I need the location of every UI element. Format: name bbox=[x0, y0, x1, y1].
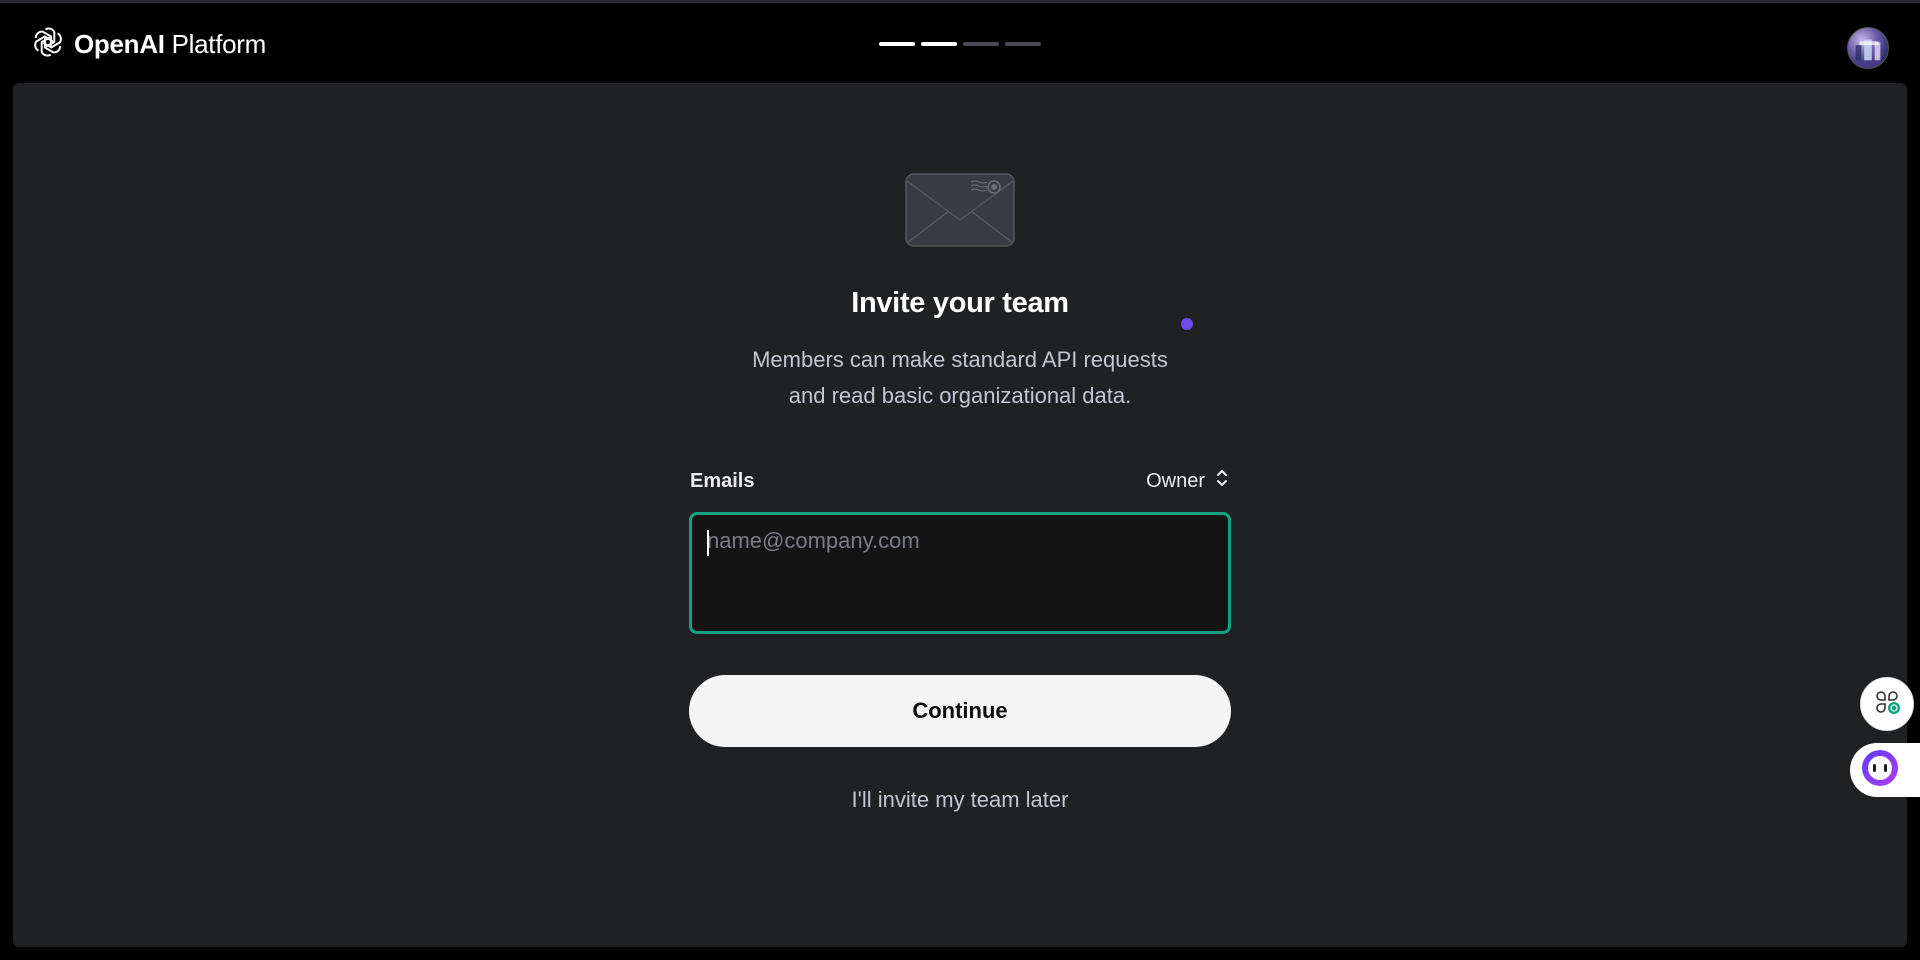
brand-name-light: Platform bbox=[171, 28, 267, 59]
progress-step-3 bbox=[963, 42, 999, 46]
assistant-button[interactable] bbox=[1850, 743, 1920, 797]
avatar[interactable] bbox=[1847, 27, 1889, 69]
chevron-up-down-icon bbox=[1213, 468, 1231, 494]
emails-input[interactable] bbox=[707, 528, 1213, 618]
onboarding-progress bbox=[879, 42, 1041, 46]
status-dot bbox=[1181, 318, 1193, 330]
page-title: Invite your team bbox=[851, 287, 1069, 319]
page-subtitle: Members can make standard API requests a… bbox=[0, 342, 1920, 414]
subtitle-line-2: and read basic organizational data. bbox=[788, 383, 1132, 408]
role-select-value: Owner bbox=[1146, 469, 1205, 492]
progress-step-4 bbox=[1005, 42, 1041, 46]
progress-step-2 bbox=[921, 42, 957, 46]
assistant-face-icon bbox=[1860, 748, 1900, 793]
envelope-icon bbox=[905, 173, 1015, 247]
shortcut-button[interactable] bbox=[1860, 677, 1914, 731]
shortcut-icon bbox=[1872, 687, 1902, 722]
progress-step-1 bbox=[879, 42, 915, 46]
role-select[interactable]: Owner bbox=[1146, 468, 1231, 494]
continue-button[interactable]: Continue bbox=[689, 675, 1231, 747]
emails-label: Emails bbox=[690, 469, 755, 492]
subtitle-line-1: Members can make standard API requests bbox=[752, 347, 1168, 372]
invite-later-link[interactable]: I'll invite my team later bbox=[0, 787, 1920, 813]
top-header: OpenAI Platform bbox=[0, 3, 1920, 83]
emails-field-header: Emails Owner bbox=[690, 467, 1231, 495]
brand-name: OpenAI Platform bbox=[74, 29, 266, 60]
text-caret bbox=[707, 530, 709, 556]
emails-input-container bbox=[689, 512, 1231, 634]
brand-name-bold: OpenAI bbox=[74, 28, 165, 59]
brand-logo[interactable]: OpenAI Platform bbox=[30, 24, 266, 64]
openai-logo-icon bbox=[30, 24, 66, 65]
